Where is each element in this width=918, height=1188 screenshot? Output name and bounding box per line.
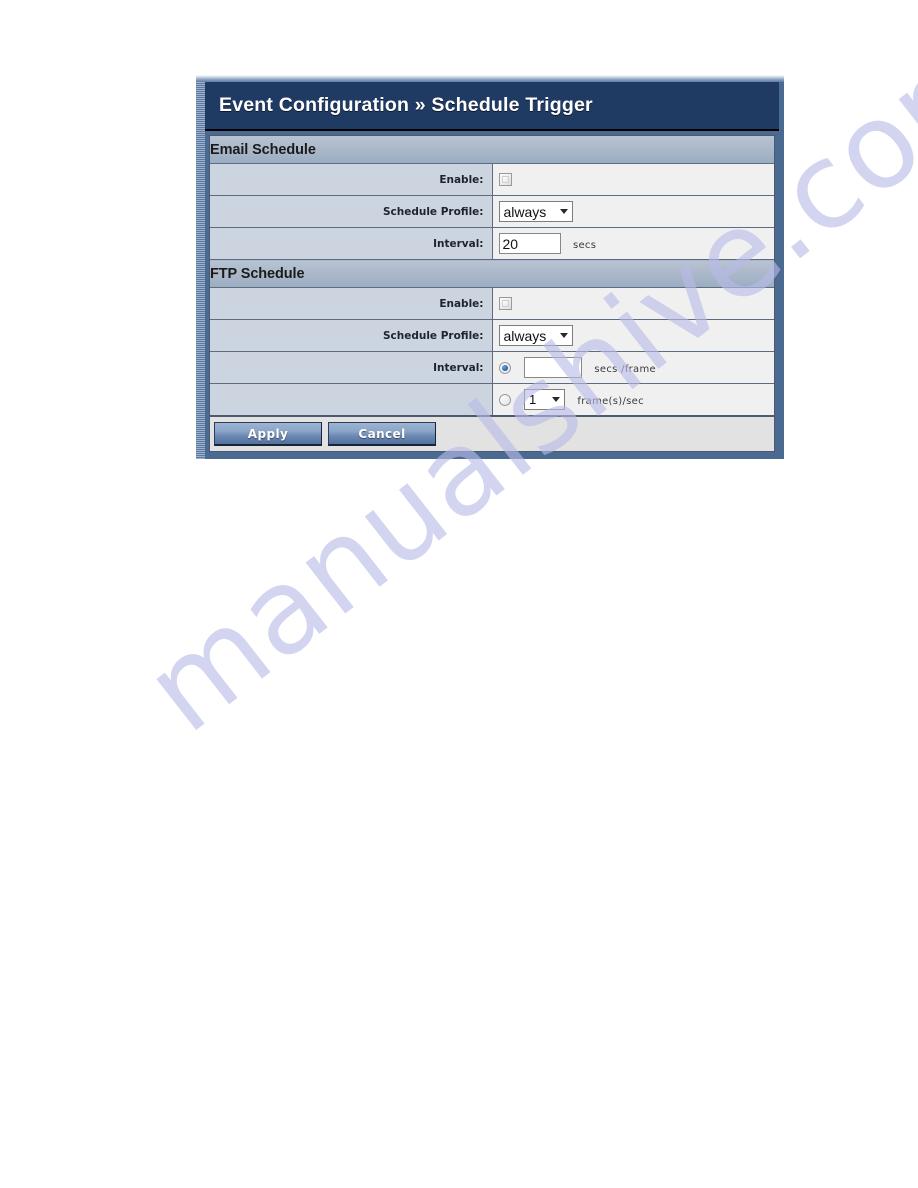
field-ftp-interval-fps: 1 frame(s)/sec [492, 383, 774, 416]
row-email-schedule-profile: Schedule Profile: always [210, 195, 774, 228]
chevron-down-icon [559, 209, 568, 214]
email-enable-checkbox[interactable] [498, 172, 512, 186]
email-interval-input[interactable] [498, 233, 561, 254]
chevron-down-icon [551, 397, 560, 402]
section-header-email: Email Schedule [210, 136, 774, 164]
ftp-interval-fps-unit: frame(s)/sec [577, 395, 644, 407]
ftp-interval-fps-value: 1 [528, 392, 537, 407]
form-button-bar: Apply Cancel [209, 416, 775, 452]
ftp-interval-fps-select[interactable]: 1 [523, 389, 565, 410]
label-email-schedule-profile: Schedule Profile: [210, 195, 493, 228]
row-ftp-schedule-profile: Schedule Profile: always [210, 319, 774, 352]
ftp-schedule-profile-select[interactable]: always [498, 325, 573, 346]
ftp-interval-secs-radio[interactable] [498, 361, 511, 374]
field-email-schedule-profile: always [492, 195, 774, 228]
email-schedule-profile-select[interactable]: always [498, 201, 573, 222]
cancel-button[interactable]: Cancel [328, 422, 436, 446]
row-ftp-interval-fps: 1 frame(s)/sec [210, 383, 774, 416]
field-ftp-enable [492, 287, 774, 320]
label-ftp-interval-fps [210, 383, 493, 416]
section-header-ftp: FTP Schedule [210, 259, 774, 288]
schedule-form: Email Schedule Enable: Schedule Profile:… [209, 135, 775, 416]
schedule-table: Email Schedule Enable: Schedule Profile:… [210, 136, 774, 416]
label-email-enable: Enable: [210, 163, 493, 196]
section-header-email-label: Email Schedule [210, 136, 774, 164]
ftp-enable-checkbox[interactable] [498, 296, 512, 310]
panel-left-spine [196, 82, 205, 459]
row-ftp-enable: Enable: [210, 287, 774, 320]
label-email-interval: Interval: [210, 227, 493, 260]
label-ftp-interval: Interval: [210, 351, 493, 384]
page-title: Event Configuration » Schedule Trigger [219, 94, 593, 116]
field-ftp-interval-secs: secs /frame [492, 351, 774, 384]
field-email-enable [492, 163, 774, 196]
field-email-interval: secs [492, 227, 774, 260]
row-email-enable: Enable: [210, 163, 774, 196]
panel-top-strip [196, 75, 784, 82]
row-ftp-interval-secs: Interval: secs /frame [210, 351, 774, 384]
label-ftp-schedule-profile: Schedule Profile: [210, 319, 493, 352]
field-ftp-schedule-profile: always [492, 319, 774, 352]
row-email-interval: Interval: secs [210, 227, 774, 260]
label-ftp-enable: Enable: [210, 287, 493, 320]
chevron-down-icon [559, 333, 568, 338]
apply-button[interactable]: Apply [214, 422, 322, 446]
panel-titlebar: Event Configuration » Schedule Trigger [205, 82, 779, 131]
ftp-schedule-profile-value: always [503, 327, 547, 344]
email-interval-unit: secs [572, 239, 597, 251]
section-header-ftp-label: FTP Schedule [210, 259, 774, 288]
ftp-interval-fps-radio[interactable] [498, 393, 511, 406]
device-config-panel: Event Configuration » Schedule Trigger E… [196, 75, 784, 459]
panel-inner: Event Configuration » Schedule Trigger E… [205, 82, 779, 452]
ftp-interval-secs-input[interactable] [523, 357, 582, 378]
email-schedule-profile-value: always [503, 203, 547, 220]
ftp-interval-secs-unit: secs /frame [594, 363, 656, 375]
